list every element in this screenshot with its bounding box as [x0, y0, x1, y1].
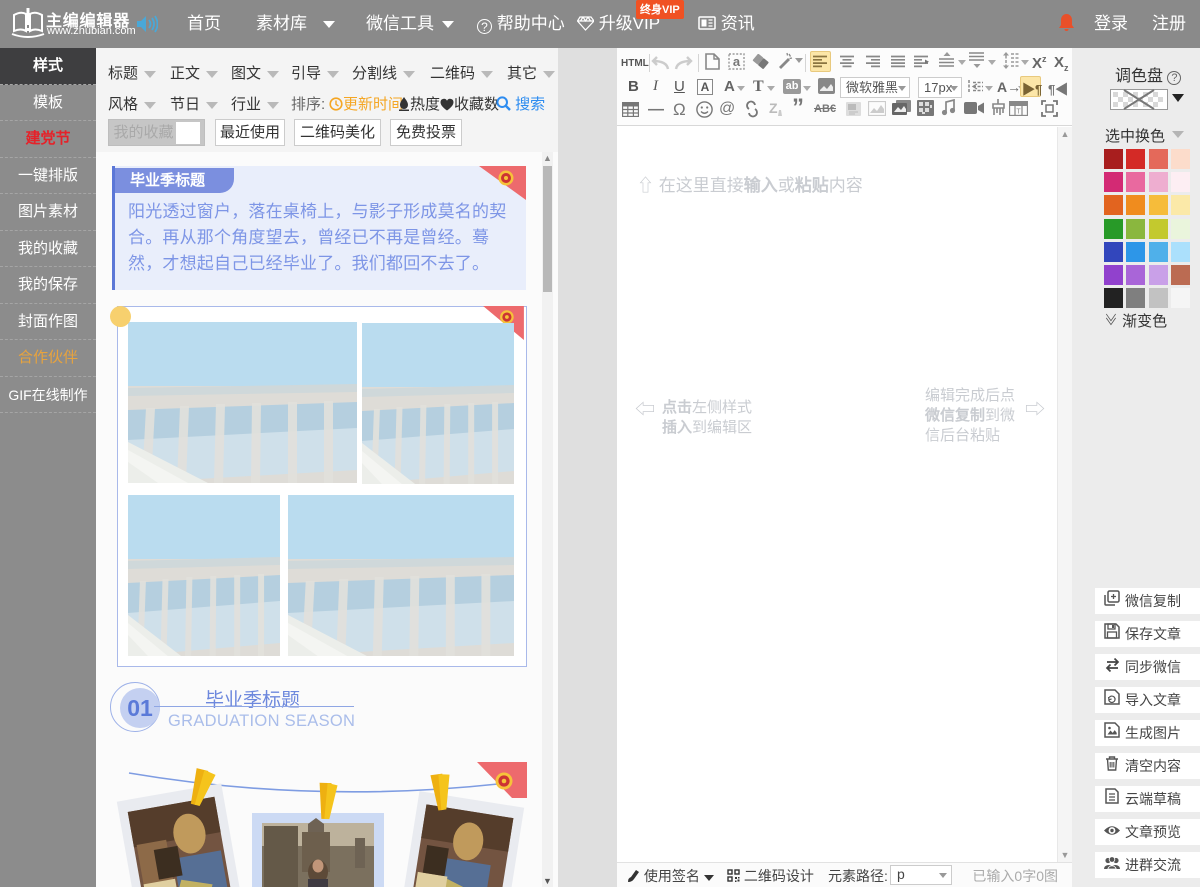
svg-text:a: a: [733, 54, 741, 69]
svg-text:T: T: [1016, 109, 1021, 116]
svg-text:Z: Z: [769, 100, 778, 116]
